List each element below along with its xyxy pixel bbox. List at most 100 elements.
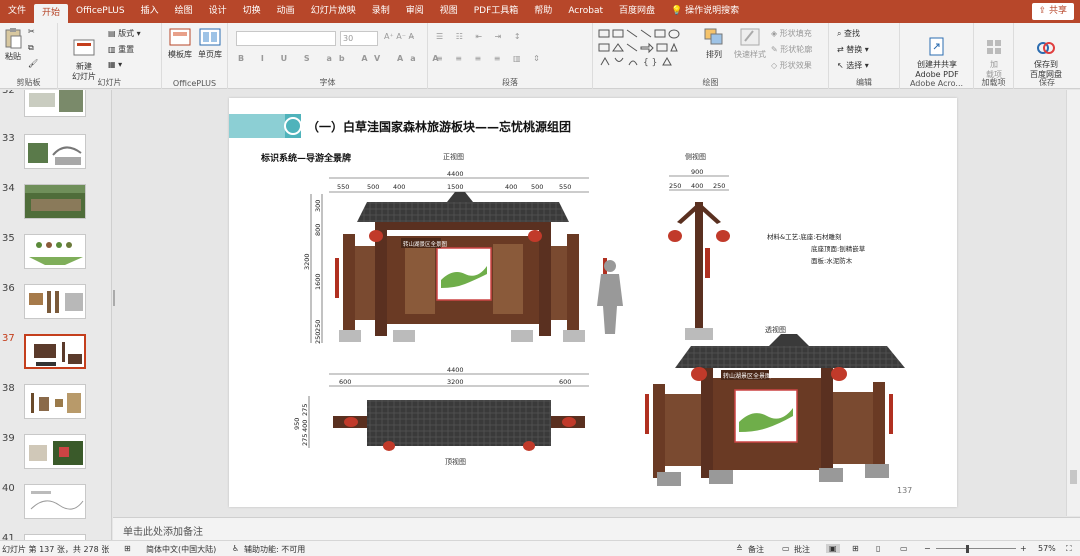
fit-slide-icon[interactable]: ⛶ [1066, 544, 1072, 554]
top-view-label: 顶视图 [445, 457, 466, 466]
shapes-gallery-icon[interactable]: { } [597, 27, 693, 71]
select-button[interactable]: ↖ 选择 ▾ [837, 60, 869, 71]
slide-thumbnail[interactable] [24, 234, 86, 269]
drawing-group-label: 绘图 [702, 78, 719, 87]
arrange-icon [704, 28, 723, 45]
tab-review[interactable]: 审阅 [398, 0, 432, 23]
tab-baidu[interactable]: 百度网盘 [611, 0, 663, 23]
accessibility-icon: ♿ [232, 544, 240, 553]
tab-insert[interactable]: 插入 [133, 0, 167, 23]
tell-me-search[interactable]: 💡 操作说明搜索 [663, 0, 747, 23]
paste-button[interactable]: 粘贴 [2, 27, 24, 62]
language-indicator[interactable]: 简体中文(中国大陆) [146, 544, 216, 555]
slide-thumbnail-pane[interactable]: 32 33 34 35 36 37 38 39 40 41 [0, 90, 112, 540]
single-page-library-label: 单页库 [198, 50, 222, 59]
layout-button[interactable]: ▤ 版式 ▾ [108, 28, 141, 39]
reading-view-icon[interactable]: ▯ [876, 544, 880, 553]
slideshow-icon[interactable]: ▭ [900, 544, 908, 553]
tab-file[interactable]: 文件 [0, 0, 34, 23]
tab-record[interactable]: 录制 [364, 0, 398, 23]
slide-thumbnail[interactable] [24, 284, 86, 319]
font-size-dropdown[interactable]: 30 [340, 31, 378, 46]
grow-font-icon[interactable]: A⁺ A⁻ A̶ [384, 32, 414, 41]
zoom-out-icon[interactable]: − [924, 544, 931, 553]
spellcheck-icon[interactable]: ⊞ [124, 544, 131, 553]
vertical-scrollbar[interactable] [1066, 90, 1080, 516]
tab-home[interactable]: 开始 [34, 4, 69, 23]
slide-thumbnail[interactable] [24, 384, 86, 419]
tab-help[interactable]: 帮助 [526, 0, 560, 23]
paste-icon [5, 28, 22, 49]
accessibility-status[interactable]: 辅助功能: 不可用 [244, 544, 305, 555]
dim-front-part: 550 [559, 183, 571, 191]
slide-number: 36 [2, 283, 15, 294]
slide[interactable]: （一）白草洼国家森林旅游板块——忘忧桃源组团 标识系统—导游全景牌 正视图 侧视… [229, 98, 957, 507]
slide-number: 32 [2, 90, 15, 96]
replace-button[interactable]: ⇄ 替换 ▾ [837, 44, 869, 55]
tab-view[interactable]: 视图 [432, 0, 466, 23]
share-button[interactable]: ⇪ 共享 [1031, 3, 1074, 20]
slide-sorter-icon[interactable]: ⊞ [852, 544, 859, 553]
zoom-slider[interactable] [936, 548, 1016, 549]
scrollbar-thumb[interactable] [1070, 470, 1077, 484]
comments-toggle[interactable]: 批注 [794, 544, 810, 555]
slide-title: （一）白草洼国家森林旅游板块——忘忧桃源组团 [307, 119, 571, 134]
section-button[interactable]: ▦ ▾ [108, 60, 122, 69]
tell-me-label: 操作说明搜索 [685, 6, 740, 16]
slide-thumbnail-current[interactable] [24, 334, 86, 369]
side-view-drawing: 900 250 400 250 [668, 168, 730, 340]
pane-splitter[interactable] [113, 290, 115, 306]
tab-draw[interactable]: 绘图 [167, 0, 201, 23]
shape-fill-button[interactable]: ◈ 形状填充 [771, 28, 812, 39]
material-line: 面板:水泥防木 [811, 256, 853, 265]
perspective-view-drawing: 转山湖景区全景图 [645, 334, 905, 486]
arrange-button[interactable]: 排列 [697, 27, 731, 60]
copy-icon[interactable]: ⧉ [28, 43, 34, 53]
tab-acrobat[interactable]: Acrobat [560, 0, 611, 23]
slide-thumbnail[interactable] [24, 90, 86, 117]
normal-view-icon[interactable]: ▣ [826, 544, 840, 553]
shape-outline-button[interactable]: ✎ 形状轮廓 [771, 44, 812, 55]
ribbon: 粘贴 ✂ ⧉ 🖌 剪贴板 新建 幻灯片 ▤ 版式 ▾ ▥ 重置 ▦ ▾ 幻灯片 … [0, 23, 1080, 89]
slide-thumbnail[interactable] [24, 134, 86, 169]
cut-icon[interactable]: ✂ [28, 27, 35, 36]
tab-animations[interactable]: 动画 [269, 0, 303, 23]
reset-button[interactable]: ▥ 重置 [108, 44, 134, 55]
slide-editing-canvas: （一）白草洼国家森林旅游板块——忘忧桃源组团 标识系统—导游全景牌 正视图 侧视… [113, 90, 1065, 516]
tab-pdf-toolbox[interactable]: PDF工具箱 [466, 0, 527, 23]
single-page-library-button[interactable]: 单页库 [196, 27, 224, 60]
editing-group-label: 编辑 [856, 78, 872, 87]
slide-thumbnail[interactable] [24, 184, 86, 219]
group-slides: 新建 幻灯片 ▤ 版式 ▾ ▥ 重置 ▦ ▾ 幻灯片 [58, 23, 162, 89]
group-drawing: { } 排列 快速样式 ◈ 形状填充 ✎ 形状轮廓 ◇ 形状效果 绘图 [593, 23, 829, 89]
tab-slideshow[interactable]: 幻灯片放映 [303, 0, 364, 23]
tab-officeplus[interactable]: OfficePLUS [68, 0, 133, 23]
tab-transitions[interactable]: 切换 [235, 0, 269, 23]
shape-fill-label: 形状填充 [779, 29, 812, 38]
slide-subtitle: 标识系统—导游全景牌 [260, 152, 351, 164]
tab-design[interactable]: 设计 [201, 0, 235, 23]
zoom-in-icon[interactable]: + [1020, 544, 1027, 553]
zoom-slider-thumb[interactable] [966, 545, 969, 553]
slide-thumbnail[interactable] [24, 434, 86, 469]
template-library-button[interactable]: 模板库 [166, 27, 194, 60]
list-buttons[interactable]: ☰ ☷ ⇤ ⇥ ↕ [436, 32, 526, 41]
quick-styles-button[interactable]: 快速样式 [732, 27, 768, 60]
outline-pen-icon: ✎ [771, 45, 781, 54]
font-format-buttons[interactable]: B I U S ab AV Aa A [238, 54, 446, 63]
shape-effects-button[interactable]: ◇ 形状效果 [771, 60, 812, 71]
align-buttons[interactable]: ≡ ≡ ≡ ≡ ▥ ⇕ [436, 54, 545, 63]
slide-number: 33 [2, 133, 15, 144]
group-clipboard: 粘贴 ✂ ⧉ 🖌 剪贴板 [0, 23, 58, 89]
dim-top-depth-part: 400 [301, 420, 309, 432]
zoom-level[interactable]: 57% [1038, 544, 1056, 553]
human-scale-figure [597, 260, 623, 334]
format-painter-icon[interactable]: 🖌 [28, 59, 38, 68]
font-name-dropdown[interactable] [236, 31, 336, 46]
lightbulb-icon: 💡 [671, 6, 686, 16]
notes-toggle[interactable]: 备注 [748, 544, 764, 555]
clipboard-group-label: 剪贴板 [16, 78, 41, 87]
find-button[interactable]: ⌕ 查找 [837, 28, 860, 39]
slide-thumbnail[interactable] [24, 484, 86, 519]
notes-pane[interactable]: 单击此处添加备注 [113, 517, 1080, 540]
